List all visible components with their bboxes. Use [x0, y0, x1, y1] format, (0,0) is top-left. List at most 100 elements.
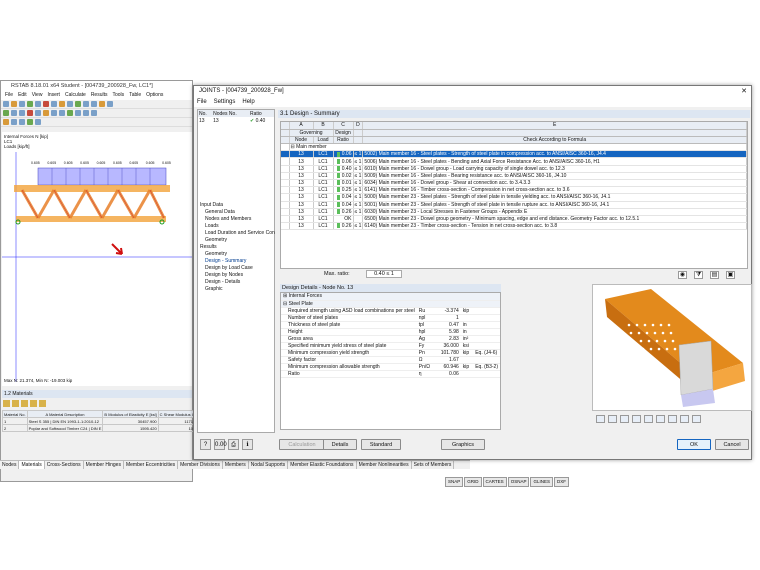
tool-icon[interactable] [83, 101, 89, 107]
new-icon[interactable] [3, 101, 9, 107]
dialog-menu-settings[interactable]: Settings [214, 97, 236, 107]
table-icon[interactable] [91, 101, 97, 107]
menu-file[interactable]: File [5, 91, 13, 100]
load-icon[interactable] [43, 110, 49, 116]
tab-members[interactable]: Members [223, 461, 249, 469]
member-icon[interactable] [19, 110, 25, 116]
rotate-icon[interactable] [51, 110, 57, 116]
view-icon[interactable] [51, 101, 57, 107]
collapse-icon[interactable]: ⊟ [283, 301, 287, 307]
collapse-icon[interactable]: ⊟ [291, 144, 295, 150]
zoom-icon[interactable] [59, 101, 65, 107]
addon-icon[interactable] [99, 101, 105, 107]
dim-icon[interactable] [91, 110, 97, 116]
lc-icon[interactable] [3, 119, 9, 125]
tab-cross-sections[interactable]: Cross-Sections [45, 461, 84, 469]
move-icon[interactable] [59, 110, 65, 116]
export-icon[interactable]: ▣ [726, 271, 735, 279]
expand-icon[interactable]: ⊞ [283, 293, 287, 299]
tab-nodes[interactable]: Nodes [0, 461, 20, 469]
osnap-toggle[interactable]: OSNAP [507, 477, 530, 487]
filter-icon[interactable] [12, 400, 19, 407]
table-row[interactable]: 2 Poplar and Softwood Timber C24 | DIN E1… [2, 424, 206, 432]
dxf-toggle[interactable]: DXF [553, 477, 569, 487]
print-icon[interactable] [27, 101, 33, 107]
copy-icon[interactable] [67, 110, 73, 116]
edit-icon[interactable] [3, 400, 10, 407]
joint-3d-view[interactable] [592, 284, 752, 411]
print-icon[interactable]: ⎙ [228, 439, 239, 450]
nav-nodes-members[interactable]: Nodes and Members [200, 216, 275, 223]
table-row[interactable]: 13 LC1 0.04 ≤ 1 5001) Main member 23 - Stee… [281, 201, 747, 209]
nav-results[interactable]: Results [200, 244, 275, 251]
ok-button[interactable]: OK [677, 439, 711, 450]
hinge-icon[interactable] [35, 110, 41, 116]
table-row[interactable]: 13 LC1 0.01 ≤ 1 6034) Main member 16 - Dowe… [281, 179, 747, 188]
view-z-icon[interactable] [620, 415, 629, 423]
mirror-icon[interactable] [75, 110, 81, 116]
settings-icon[interactable] [39, 400, 46, 407]
support-icon[interactable] [27, 110, 33, 116]
dialog-menu-file[interactable]: File [197, 97, 207, 107]
table-row[interactable]: 13 LC1 0.26 ≤ 1 6030) Main member 23 - Loca… [281, 208, 747, 216]
prev-icon[interactable] [11, 119, 17, 125]
table-row[interactable]: 13 LC1 0.02 ≤ 1 5009) Main member 16 - Stee… [281, 172, 747, 181]
glines-toggle[interactable]: GLINES [530, 477, 553, 487]
nav-case-row[interactable]: 13 13 ✔ 0.40 [198, 117, 274, 124]
menu-calculate[interactable]: Calculate [65, 91, 86, 100]
table-row[interactable]: 13 LC1 0.40 ≤ 1 6010) Main member 16 - Dowe… [281, 165, 747, 173]
next-icon[interactable] [19, 119, 25, 125]
values-icon[interactable] [35, 119, 41, 125]
nav-geometry-results[interactable]: Geometry [200, 251, 275, 258]
dialog-menu-help[interactable]: Help [242, 97, 254, 107]
calculation-button[interactable]: Calculation [279, 439, 325, 450]
close-icon[interactable]: ✕ [741, 86, 747, 97]
model-viewport[interactable]: Internal Forces N [kip] LC1 Loads [kip/f… [2, 132, 192, 386]
nav-design-by-lc[interactable]: Design by Load Case [200, 265, 275, 272]
nav-design-summary[interactable]: Design - Summary [200, 258, 275, 265]
nav-load-duration[interactable]: Load Duration and Service Con [200, 230, 275, 237]
table-row[interactable]: 13 LC1 0.04 ≤ 1 5000) Main member 23 - Stee… [281, 193, 747, 202]
info-icon[interactable]: ℹ [242, 439, 253, 450]
tab-nodal-supports[interactable]: Nodal Supports [249, 461, 289, 469]
table-row[interactable]: 13 LC1 0.26 ≤ 1 6140) Main member 23 - Timb… [281, 222, 747, 231]
units-icon[interactable]: 0.00 [214, 439, 227, 450]
menu-results[interactable]: Results [91, 91, 108, 100]
transparent-icon[interactable] [668, 415, 677, 423]
tab-member-elastic-foundations[interactable]: Member Elastic Foundations [288, 461, 357, 469]
table-view-icon[interactable]: ▤ [710, 271, 719, 279]
cartes-toggle[interactable]: CARTES [482, 477, 507, 487]
help-icon[interactable] [107, 101, 113, 107]
zoom-icon[interactable] [680, 415, 689, 423]
standard-button[interactable]: Standard [361, 439, 401, 450]
menu-edit[interactable]: Edit [18, 91, 27, 100]
view-x-icon[interactable] [596, 415, 605, 423]
table-row[interactable]: 13 LC1 0.06 ≤ 1 5006) Main member 16 - Stee… [281, 157, 747, 166]
menu-view[interactable]: View [32, 91, 43, 100]
tab-member-hinges[interactable]: Member Hinges [84, 461, 124, 469]
grid-icon[interactable] [83, 110, 89, 116]
tab-member-eccentricities[interactable]: Member Eccentricities [124, 461, 179, 469]
table-row[interactable]: 1 Steel S 355 | DIN EN 1993-1-1:2010-12 30… [2, 417, 206, 425]
menu-options[interactable]: Options [146, 91, 163, 100]
show-results-icon[interactable] [27, 119, 33, 125]
details-button[interactable]: Details [323, 439, 357, 450]
menu-insert[interactable]: Insert [47, 91, 60, 100]
nav-design-details[interactable]: Design - Details [200, 279, 275, 286]
open-icon[interactable] [11, 101, 17, 107]
nav-input-data[interactable]: Input Data [200, 202, 275, 209]
nav-geometry-input[interactable]: Geometry [200, 237, 275, 244]
graphics-button[interactable]: Graphics [441, 439, 485, 450]
grid-toggle[interactable]: GRID [464, 477, 482, 487]
tab-member-nonlinearities[interactable]: Member Nonlinearities [357, 461, 412, 469]
select-icon[interactable] [3, 110, 9, 116]
tab-sets-of-members[interactable]: Sets of Members [412, 461, 455, 469]
nav-design-by-nodes[interactable]: Design by Nodes [200, 272, 275, 279]
wireframe-icon[interactable] [644, 415, 653, 423]
node-icon[interactable] [11, 110, 17, 116]
calc-icon[interactable] [43, 101, 49, 107]
table-row[interactable]: 13 LC1 OK 6500) Main member 23 - Dowel grou… [281, 215, 747, 224]
nav-graphic[interactable]: Graphic [200, 286, 275, 293]
solid-icon[interactable] [656, 415, 665, 423]
cancel-button[interactable]: Cancel [715, 439, 749, 450]
